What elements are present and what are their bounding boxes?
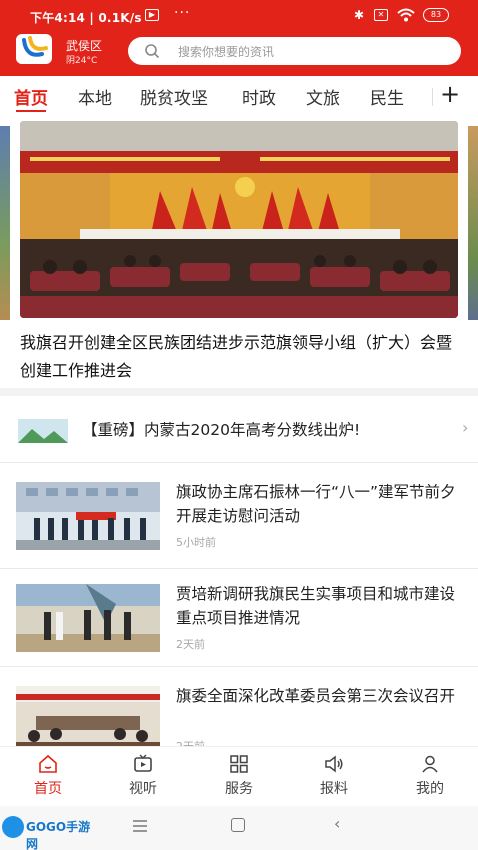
meeting-hall-photo: [20, 121, 458, 318]
news-item[interactable]: 旗政协主席石振林一行“八一”建军节前夕开展走访慰问活动 5小时前: [0, 470, 478, 568]
bottom-navigation: 首页 视听 服务 报料 我的: [0, 746, 478, 804]
search-placeholder: 搜索你想要的资讯: [178, 45, 275, 59]
headline-ticker[interactable]: 【重磅】内蒙古2020年高考分数线出炉! ›: [0, 404, 478, 456]
nav-label: 服务: [225, 781, 253, 797]
app-logo[interactable]: [16, 34, 52, 64]
location-name[interactable]: 武侯区: [66, 37, 102, 54]
status-bar: 下午4:14 | 0.1K/s ▶ ··· ✱ ✕ 83: [0, 0, 478, 30]
divider: [0, 462, 478, 463]
nav-label: 报料: [320, 781, 348, 797]
bluetooth-icon: ✱: [354, 8, 365, 22]
news-title: 贾培新调研我旗民生实事项目和城市建设重点项目推进情况: [176, 585, 456, 627]
tab-poverty-alleviation[interactable]: 脱贫攻坚: [140, 84, 208, 109]
grid-icon: [230, 755, 248, 773]
chevron-right-icon: ›: [462, 418, 469, 437]
no-sim-icon: ✕: [374, 9, 388, 21]
nav-home[interactable]: 首页: [8, 747, 88, 805]
tab-livelihood[interactable]: 民生: [370, 84, 404, 109]
nav-report[interactable]: 报料: [294, 747, 374, 805]
tab-culture-tourism[interactable]: 文旅: [306, 84, 340, 109]
nav-profile[interactable]: 我的: [390, 747, 470, 805]
tabs-divider: [432, 88, 433, 106]
watermark-badge-icon: [2, 816, 24, 838]
section-divider: [0, 388, 478, 396]
active-tab-indicator: [16, 110, 46, 112]
speaker-icon: [325, 755, 343, 773]
carousel-next-peek[interactable]: [468, 126, 478, 320]
logo-icon: [22, 36, 48, 57]
home-square-icon[interactable]: [231, 818, 245, 832]
news-title: 旗委全面深化改革委员会第三次会议召开: [176, 687, 456, 705]
nav-label: 首页: [34, 781, 62, 797]
news-thumbnail: [16, 584, 160, 652]
video-notification-icon: ▶: [145, 9, 159, 21]
more-notifications-indicator: ···: [174, 5, 191, 21]
battery-indicator: 83: [423, 8, 449, 22]
nav-audiovisual[interactable]: 视听: [103, 747, 183, 805]
carousel-prev-peek[interactable]: [0, 126, 10, 320]
menu-icon[interactable]: [133, 820, 147, 832]
home-icon: [39, 754, 57, 773]
tv-icon: [134, 754, 152, 772]
nav-label: 我的: [416, 781, 444, 797]
news-time: 2天前: [176, 638, 205, 651]
add-channel-icon[interactable]: +: [440, 80, 460, 108]
divider: [0, 666, 478, 667]
user-icon: [422, 755, 438, 773]
news-time: 5小时前: [176, 536, 216, 549]
hero-title[interactable]: 我旗召开创建全区民族团结进步示范旗领导小组（扩大）会暨创建工作推进会: [20, 329, 460, 385]
tab-local[interactable]: 本地: [78, 84, 112, 109]
news-thumbnail: [16, 482, 160, 550]
watermark-text: GOGO手游网: [26, 820, 91, 850]
news-title: 旗政协主席石振林一行“八一”建军节前夕开展走访慰问活动: [176, 483, 456, 525]
landscape-thumbnail-icon: [18, 419, 68, 443]
search-input[interactable]: 搜索你想要的资讯: [128, 37, 461, 65]
tab-home[interactable]: 首页: [14, 84, 48, 109]
divider: [0, 568, 478, 569]
wifi-icon: [397, 8, 415, 22]
tab-politics[interactable]: 时政: [242, 84, 276, 109]
search-icon: [145, 44, 160, 59]
watermark-logo: GOGO手游网: [0, 814, 100, 850]
app-header: 下午4:14 | 0.1K/s ▶ ··· ✱ ✕ 83 武侯区 阴24°C 搜…: [0, 0, 478, 76]
status-time: 下午4:14 | 0.1K/s: [30, 11, 142, 25]
news-thumbnail: [16, 686, 160, 754]
nav-services[interactable]: 服务: [199, 747, 279, 805]
back-icon[interactable]: ‹: [334, 814, 340, 833]
category-tabs: 首页 本地 脱贫攻坚 时政 文旅 民生 +: [0, 80, 478, 116]
ticker-text: 【重磅】内蒙古2020年高考分数线出炉!: [82, 421, 361, 439]
hero-image[interactable]: [20, 121, 458, 318]
weather-text: 阴24°C: [66, 56, 98, 66]
nav-label: 视听: [129, 781, 157, 797]
news-item[interactable]: 贾培新调研我旗民生实事项目和城市建设重点项目推进情况 2天前: [0, 572, 478, 670]
